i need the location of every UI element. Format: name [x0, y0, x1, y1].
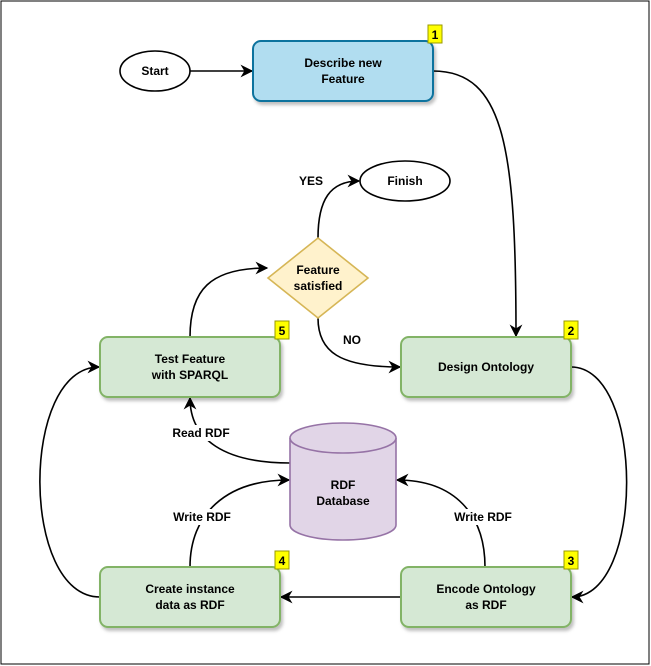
svg-text:3: 3 [568, 554, 575, 568]
step-badge-3: 3 [563, 550, 579, 570]
finish-label: Finish [387, 174, 422, 188]
describe-label-1: Describe new [304, 56, 382, 70]
write-rdf-left-label: Write RDF [173, 510, 231, 524]
svg-text:4: 4 [279, 554, 286, 568]
encode-ontology-node[interactable]: Encode Ontology as RDF [400, 566, 572, 628]
test-label-2: with SPARQL [151, 368, 228, 382]
svg-text:1: 1 [432, 28, 439, 42]
create-instance-node[interactable]: Create instance data as RDF [99, 566, 281, 628]
svg-text:2: 2 [568, 324, 575, 338]
describe-feature-node[interactable]: Describe new Feature [252, 40, 434, 102]
test-feature-node[interactable]: Test Feature with SPARQL [99, 336, 281, 398]
decision-label-1: Feature [296, 263, 340, 277]
encode-label-1: Encode Ontology [436, 582, 536, 596]
describe-label-2: Feature [321, 72, 365, 86]
finish-node[interactable]: Finish [359, 160, 451, 202]
create-label-1: Create instance [145, 582, 235, 596]
test-label-1: Test Feature [155, 352, 226, 366]
create-label-2: data as RDF [155, 598, 224, 612]
decision-label-2: satisfied [294, 279, 343, 293]
encode-label-2: as RDF [465, 598, 506, 612]
flowchart: YES NO Read RDF Write RDF Write RDF Star… [0, 0, 650, 665]
svg-text:5: 5 [279, 324, 286, 338]
yes-label: YES [299, 174, 323, 188]
write-rdf-right-label: Write RDF [454, 510, 512, 524]
database-label-1: RDF [331, 478, 356, 492]
design-label: Design Ontology [438, 360, 534, 374]
no-label: NO [343, 333, 361, 347]
rdf-database-node[interactable]: RDF Database [289, 422, 397, 541]
step-badge-4: 4 [274, 550, 290, 570]
start-label: Start [141, 64, 168, 78]
step-badge-2: 2 [563, 320, 579, 340]
start-node[interactable]: Start [119, 50, 191, 92]
step-badge-5: 5 [274, 320, 290, 340]
design-ontology-node[interactable]: Design Ontology [400, 336, 572, 398]
step-badge-1: 1 [427, 24, 443, 44]
read-rdf-label: Read RDF [172, 426, 229, 440]
database-label-2: Database [316, 494, 370, 508]
